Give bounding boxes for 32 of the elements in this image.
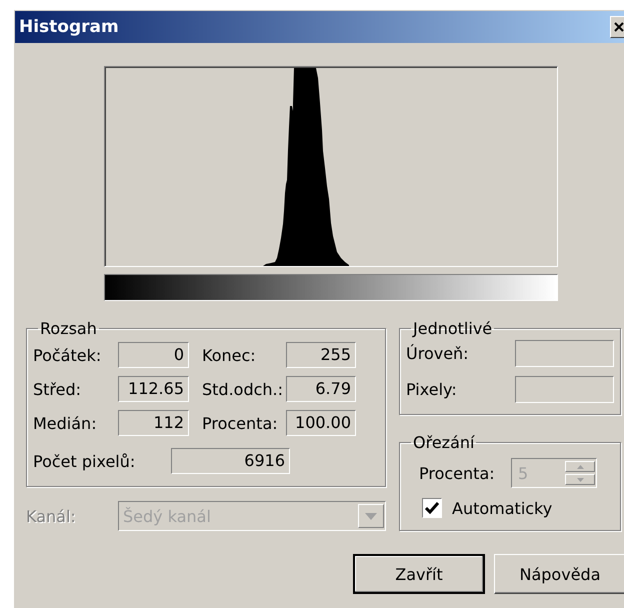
- close-icon: [614, 22, 624, 32]
- window-title: Histogram: [18, 17, 119, 37]
- field-label: Počátek:: [33, 346, 102, 364]
- value-field: 112: [118, 410, 189, 436]
- dialog-button[interactable]: Zavřít: [353, 554, 485, 594]
- dropdown-arrow-icon: [365, 512, 377, 520]
- close-button[interactable]: [610, 16, 624, 38]
- field-label: Std.odch.:: [201, 380, 284, 398]
- field-label: Medián:: [33, 414, 98, 432]
- field-label: Kanál:: [26, 506, 77, 526]
- field-label: Počet pixelů:: [33, 452, 136, 470]
- value-field: 255: [286, 342, 356, 368]
- dialog-button[interactable]: Nápověda: [494, 554, 624, 594]
- group-title: Ořezání: [412, 433, 476, 452]
- down-arrow-icon: [576, 478, 584, 482]
- field-label: Konec:: [201, 346, 257, 364]
- value-field: 6916: [171, 448, 290, 474]
- up-arrow-icon: [576, 464, 584, 468]
- group-title: Jednotlivé: [411, 319, 494, 338]
- field-label: Střed:: [33, 380, 82, 398]
- checkbox-label: Automaticky: [452, 498, 552, 518]
- checkbox[interactable]: [422, 498, 442, 518]
- value-field: 0: [118, 342, 189, 368]
- field-label: Procenta:: [201, 414, 279, 432]
- field-label: Pixely:: [406, 380, 458, 399]
- value-field: 112.65: [118, 376, 189, 402]
- value-field: 6.79: [286, 376, 356, 402]
- value-field: 100.00: [286, 410, 356, 436]
- field-label: Procenta:: [419, 464, 496, 482]
- check-icon: [425, 502, 439, 514]
- group-title: Rozsah: [39, 319, 98, 338]
- field-label: Úroveň:: [406, 344, 470, 363]
